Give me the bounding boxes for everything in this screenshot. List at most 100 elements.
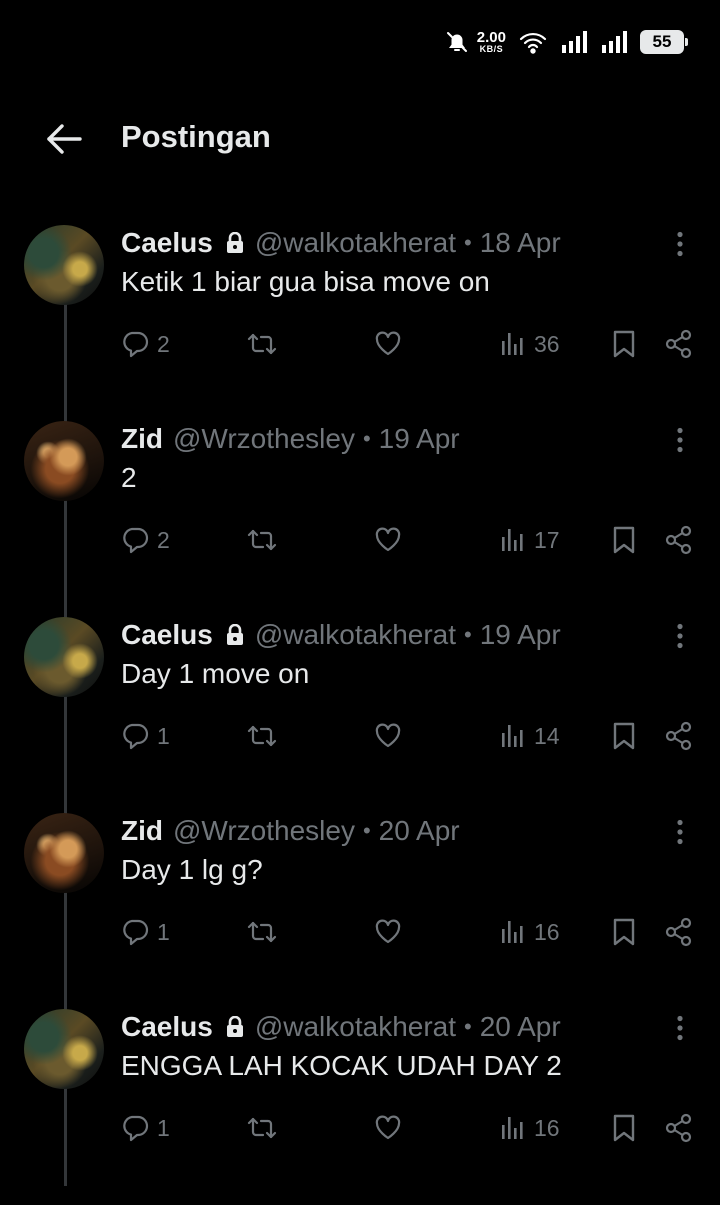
post-date[interactable]: 18 Apr bbox=[480, 227, 561, 259]
post-header: Zid @Wrzothesley • 19 Apr bbox=[121, 421, 460, 457]
post-date[interactable]: 20 Apr bbox=[480, 1011, 561, 1043]
views-button[interactable]: 14 bbox=[500, 719, 560, 753]
share-button[interactable] bbox=[664, 1111, 694, 1145]
post[interactable]: Caelus @walkotakherat • 18 Apr Ketik 1 b… bbox=[0, 225, 720, 421]
like-button[interactable] bbox=[374, 719, 402, 753]
share-icon bbox=[665, 721, 692, 751]
wifi-icon bbox=[519, 32, 547, 54]
post[interactable]: Caelus @walkotakherat • 20 Apr ENGGA LAH… bbox=[0, 1009, 720, 1205]
avatar[interactable] bbox=[24, 617, 104, 697]
post-date[interactable]: 19 Apr bbox=[480, 619, 561, 651]
share-icon bbox=[665, 1113, 692, 1143]
share-icon bbox=[665, 525, 692, 555]
views-button[interactable]: 36 bbox=[500, 327, 560, 361]
reply-button[interactable]: 1 bbox=[121, 1111, 170, 1145]
author-name[interactable]: Zid bbox=[121, 815, 163, 847]
post[interactable]: Caelus @walkotakherat • 19 Apr Day 1 mov… bbox=[0, 617, 720, 813]
post-actions: 1 14 bbox=[0, 719, 720, 753]
bookmark-button[interactable] bbox=[612, 915, 636, 949]
bookmark-icon bbox=[613, 526, 635, 554]
repost-button[interactable] bbox=[246, 1111, 278, 1145]
analytics-icon bbox=[502, 1117, 523, 1139]
reply-button[interactable]: 2 bbox=[121, 523, 170, 557]
view-count: 16 bbox=[534, 918, 560, 945]
reply-icon bbox=[123, 723, 149, 750]
like-button[interactable] bbox=[374, 327, 402, 361]
bookmark-button[interactable] bbox=[612, 1111, 636, 1145]
author-name[interactable]: Caelus bbox=[121, 227, 213, 259]
bookmark-button[interactable] bbox=[612, 719, 636, 753]
post-date[interactable]: 19 Apr bbox=[379, 423, 460, 455]
more-options-icon[interactable] bbox=[672, 427, 688, 453]
avatar[interactable] bbox=[24, 225, 104, 305]
more-options-icon[interactable] bbox=[672, 819, 688, 845]
arrow-left-icon bbox=[47, 124, 82, 154]
like-button[interactable] bbox=[374, 523, 402, 557]
author-handle[interactable]: @Wrzothesley bbox=[173, 815, 355, 847]
post-actions: 1 16 bbox=[0, 1111, 720, 1145]
reply-button[interactable]: 2 bbox=[121, 327, 170, 361]
like-button[interactable] bbox=[374, 1111, 402, 1145]
share-button[interactable] bbox=[664, 719, 694, 753]
lock-icon bbox=[226, 1016, 243, 1037]
network-speed-unit: KB/S bbox=[479, 44, 504, 54]
reply-button[interactable]: 1 bbox=[121, 719, 170, 753]
author-handle[interactable]: @Wrzothesley bbox=[173, 423, 355, 455]
separator-dot: • bbox=[464, 622, 472, 647]
post-date[interactable]: 20 Apr bbox=[379, 815, 460, 847]
more-options-icon[interactable] bbox=[672, 231, 688, 257]
views-button[interactable]: 16 bbox=[500, 1111, 560, 1145]
views-button[interactable]: 17 bbox=[500, 523, 560, 557]
avatar[interactable] bbox=[24, 813, 104, 893]
repost-button[interactable] bbox=[246, 327, 278, 361]
author-name[interactable]: Caelus bbox=[121, 619, 213, 651]
analytics-icon bbox=[502, 333, 523, 355]
reply-icon bbox=[123, 331, 149, 358]
post[interactable]: Zid @Wrzothesley • 20 Apr Day 1 lg g? 1 … bbox=[0, 813, 720, 1009]
avatar[interactable] bbox=[24, 1009, 104, 1089]
reply-count: 1 bbox=[157, 918, 170, 945]
share-icon bbox=[665, 917, 692, 947]
bookmark-icon bbox=[613, 330, 635, 358]
bookmark-button[interactable] bbox=[612, 523, 636, 557]
bookmark-icon bbox=[613, 1114, 635, 1142]
post-text: Day 1 move on bbox=[121, 658, 310, 689]
analytics-icon bbox=[502, 725, 523, 747]
bookmark-icon bbox=[613, 722, 635, 750]
bookmark-button[interactable] bbox=[612, 327, 636, 361]
bookmark-icon bbox=[613, 918, 635, 946]
share-button[interactable] bbox=[664, 915, 694, 949]
repost-button[interactable] bbox=[246, 719, 278, 753]
post-text: 2 bbox=[121, 462, 137, 493]
repost-button[interactable] bbox=[246, 915, 278, 949]
repost-icon bbox=[247, 725, 277, 747]
views-button[interactable]: 16 bbox=[500, 915, 560, 949]
view-count: 14 bbox=[534, 722, 560, 749]
repost-button[interactable] bbox=[246, 523, 278, 557]
reply-button[interactable]: 1 bbox=[121, 915, 170, 949]
repost-icon bbox=[247, 333, 277, 355]
signal-icon-2 bbox=[602, 31, 627, 53]
view-count: 36 bbox=[534, 330, 560, 357]
post[interactable]: Zid @Wrzothesley • 19 Apr 2 2 17 bbox=[0, 421, 720, 617]
author-handle[interactable]: @walkotakherat bbox=[255, 227, 456, 259]
share-button[interactable] bbox=[664, 327, 694, 361]
reply-icon bbox=[123, 527, 149, 554]
author-handle[interactable]: @walkotakherat bbox=[255, 1011, 456, 1043]
repost-icon bbox=[247, 1117, 277, 1139]
avatar[interactable] bbox=[24, 421, 104, 501]
post-text: Ketik 1 biar gua bisa move on bbox=[121, 266, 490, 297]
share-button[interactable] bbox=[664, 523, 694, 557]
like-button[interactable] bbox=[374, 915, 402, 949]
author-name[interactable]: Zid bbox=[121, 423, 163, 455]
more-options-icon[interactable] bbox=[672, 1015, 688, 1041]
reply-count: 1 bbox=[157, 722, 170, 749]
analytics-icon bbox=[502, 529, 523, 551]
network-speed-value: 2.00 bbox=[476, 29, 506, 46]
author-handle[interactable]: @walkotakherat bbox=[255, 619, 456, 651]
more-options-icon[interactable] bbox=[672, 623, 688, 649]
back-button[interactable] bbox=[44, 121, 84, 157]
view-count: 16 bbox=[534, 1114, 560, 1141]
lock-icon bbox=[226, 232, 243, 253]
author-name[interactable]: Caelus bbox=[121, 1011, 213, 1043]
